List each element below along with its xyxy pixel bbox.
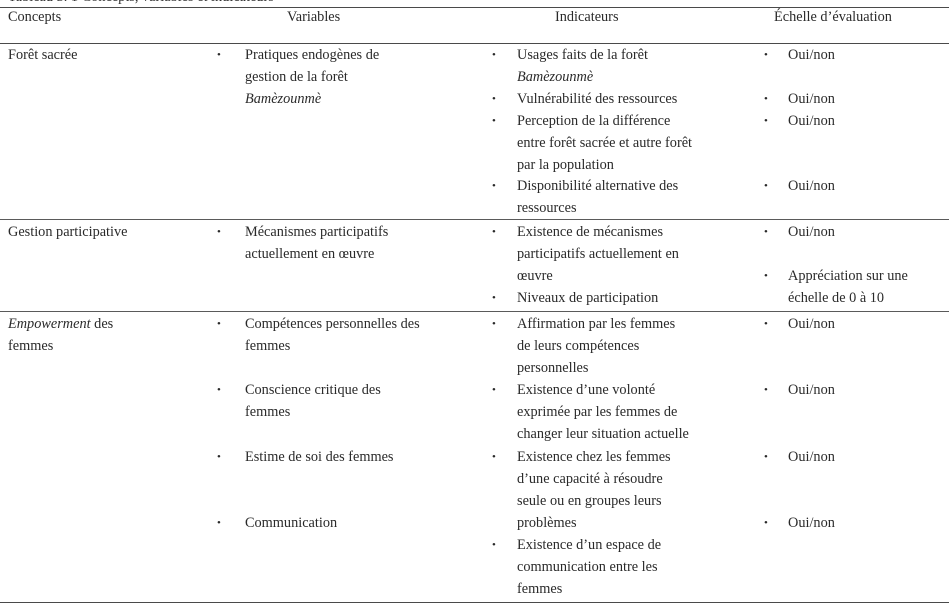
indicator-line: seule ou en groupes leurs [517,493,662,509]
variable-line: actuellement en œuvre [245,246,375,262]
bullet-icon: • [492,384,496,396]
bullet-icon: • [764,318,768,330]
bullet-icon: • [492,292,496,304]
indicator-line: par la population [517,157,614,173]
indicator-line: de leurs compétences [517,338,640,354]
bullet-icon: • [492,49,496,61]
scale-value: Oui/non [788,515,835,531]
variable-line: Estime de soi des femmes [245,449,394,465]
bullet-icon: • [217,49,221,61]
bullet-icon: • [217,226,221,238]
variable-line: gestion de la forêt [245,69,348,85]
indicator-line: participatifs actuellement en [517,246,679,262]
bullet-icon: • [217,318,221,330]
row-separator [0,219,949,220]
variable-line: Mécanismes participatifs [245,224,389,240]
bullet-icon: • [764,384,768,396]
concept-line2: femmes [8,338,54,354]
bullet-icon: • [217,451,221,463]
indicator-line: communication entre les [517,559,658,575]
variable-line-italic: Bamèzounmè [245,91,322,107]
bullet-icon: • [764,451,768,463]
concept-gestion-participative: Gestion participative [8,224,128,240]
scale-value: Appréciation sur une [788,268,908,284]
concept-foret-sacree: Forêt sacrée [8,47,78,63]
indicator-line: Affirmation par les femmes [517,316,676,332]
header-variables: Variables [287,9,341,25]
variable-line: Compétences personnelles des [245,316,420,332]
bullet-icon: • [492,451,496,463]
variable-line: femmes [245,404,291,420]
indicator-line: Existence d’une volonté [517,382,656,398]
indicator-line: Existence chez les femmes [517,449,671,465]
bullet-icon: • [764,180,768,192]
indicator-line: Existence de mécanismes [517,224,664,240]
bullet-icon: • [492,226,496,238]
row-separator [0,311,949,312]
concept-rest: des [90,316,114,332]
bullet-icon: • [217,384,221,396]
indicator-line: œuvre [517,268,553,284]
scale-value: Oui/non [788,47,835,63]
bullet-icon: • [764,93,768,105]
indicator-line: Usages faits de la forêt [517,47,649,63]
bullet-icon: • [764,270,768,282]
header-indicateurs: Indicateurs [555,9,619,25]
table-caption: Tableau 3. 1 Concepts, variables et indi… [8,0,274,6]
indicator-line: exprimée par les femmes de [517,404,678,420]
bullet-icon: • [764,115,768,127]
scale-value: Oui/non [788,224,835,240]
bullet-icon: • [764,226,768,238]
bullet-icon: • [764,517,768,529]
indicator-line: d’une capacité à résoudre [517,471,663,487]
indicator-line: femmes [517,581,563,597]
scale-value: Oui/non [788,449,835,465]
scale-value: Oui/non [788,91,835,107]
bullet-icon: • [492,318,496,330]
indicator-line: Perception de la différence [517,113,671,129]
table-bottom-rule [0,602,949,603]
indicator-line: Vulnérabilité des ressources [517,91,678,107]
indicator-line-italic: Bamèzounmè [517,69,594,85]
indicator-line: Existence d’un espace de [517,537,662,553]
indicator-line: changer leur situation actuelle [517,426,689,442]
header-concepts: Concepts [8,9,62,25]
concept-empowerment: Empowerment des femmes [8,313,113,357]
bullet-icon: • [492,115,496,127]
indicator-line: Disponibilité alternative des [517,178,679,194]
scale-value: Oui/non [788,178,835,194]
bullet-icon: • [217,517,221,529]
indicator-line: personnelles [517,360,589,376]
variable-line: femmes [245,338,291,354]
indicator-line: ressources [517,200,577,216]
variable-line: Conscience critique des [245,382,381,398]
indicator-line: Niveaux de participation [517,290,659,306]
bullet-icon: • [764,49,768,61]
variable-line: Pratiques endogènes de [245,47,380,63]
header-echelle: Échelle d’évaluation [774,9,892,25]
scale-value: Oui/non [788,113,835,129]
variable-line: Communication [245,515,338,531]
scale-value: échelle de 0 à 10 [788,290,885,306]
indicator-line: entre forêt sacrée et autre forêt [517,135,693,151]
bullet-icon: • [492,539,496,551]
scale-value: Oui/non [788,382,835,398]
bullet-icon: • [492,93,496,105]
concept-italic: Empowerment [8,316,91,332]
scale-value: Oui/non [788,316,835,332]
bullet-icon: • [492,180,496,192]
indicator-line: problèmes [517,515,577,531]
